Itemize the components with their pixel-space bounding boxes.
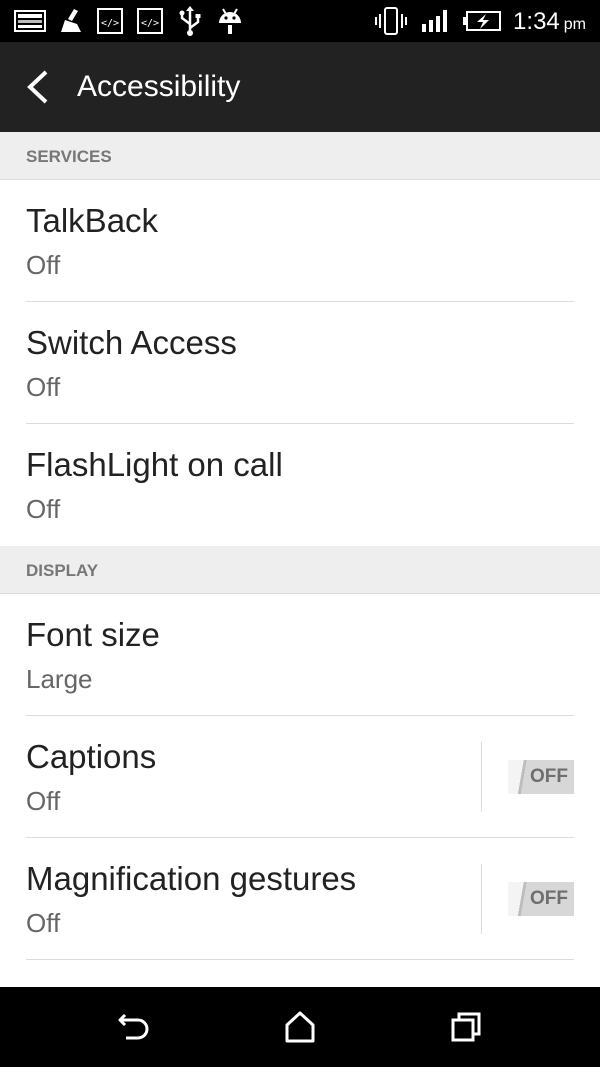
home-icon[interactable] xyxy=(280,1007,320,1047)
item-title: Captions xyxy=(26,738,157,775)
item-subtitle: Off xyxy=(26,250,61,280)
section-header-services: SERVICES xyxy=(0,132,600,180)
setting-item-captions[interactable]: Captions Off OFF xyxy=(0,716,600,838)
back-icon[interactable] xyxy=(114,1007,154,1047)
setting-item-talkback[interactable]: TalkBack Off xyxy=(0,180,600,302)
captions-toggle[interactable]: OFF xyxy=(508,760,574,794)
status-clock: 1:34 pm xyxy=(513,8,586,36)
navigation-bar xyxy=(0,987,600,1067)
vertical-separator xyxy=(481,864,482,934)
setting-item-switch-access[interactable]: Switch Access Off xyxy=(0,302,600,424)
svg-text:</>: </> xyxy=(101,18,119,29)
clock-ampm: pm xyxy=(563,16,586,33)
section-header-display: DISPLAY xyxy=(0,546,600,594)
item-subtitle: Large xyxy=(26,664,93,694)
usb-icon xyxy=(179,6,201,36)
setting-item-font-size[interactable]: Font size Large xyxy=(0,594,600,716)
app-bar: Accessibility xyxy=(0,42,600,132)
item-subtitle: Off xyxy=(26,372,61,402)
code-icon: </> xyxy=(97,8,123,34)
svg-text:</>: </> xyxy=(141,18,159,29)
item-subtitle: Off xyxy=(26,786,61,816)
android-icon xyxy=(219,8,241,34)
clock-time: 1:34 xyxy=(513,8,560,35)
magnification-gestures-toggle[interactable]: OFF xyxy=(508,882,574,916)
settings-list: SERVICES TalkBack Off Switch Access Off … xyxy=(0,132,600,987)
item-title: Magnification gestures xyxy=(26,860,357,897)
code-icon: </> xyxy=(137,8,163,34)
signal-icon xyxy=(422,10,447,32)
back-arrow-icon[interactable] xyxy=(18,66,58,108)
vibrate-icon xyxy=(375,7,407,35)
setting-item-flashlight-on-call[interactable]: FlashLight on call Off xyxy=(0,424,600,546)
battery-charging-icon xyxy=(463,11,501,31)
setting-item-magnification-gestures[interactable]: Magnification gestures Off OFF xyxy=(0,838,600,960)
toggle-label: OFF xyxy=(530,888,568,909)
cleaner-icon xyxy=(61,9,81,32)
page-title: Accessibility xyxy=(77,70,241,103)
item-title: FlashLight on call xyxy=(26,446,283,483)
toggle-label: OFF xyxy=(530,766,568,787)
vertical-separator xyxy=(481,742,482,812)
item-title: Font size xyxy=(26,616,160,653)
divider xyxy=(26,959,574,960)
item-subtitle: Off xyxy=(26,494,61,524)
item-title: Switch Access xyxy=(26,324,237,361)
item-title: TalkBack xyxy=(26,202,159,239)
item-subtitle: Off xyxy=(26,908,61,938)
status-bar: </> </> 1:34 pm xyxy=(0,0,600,42)
recent-apps-icon[interactable] xyxy=(446,1007,486,1047)
gallery-icon xyxy=(14,10,46,32)
